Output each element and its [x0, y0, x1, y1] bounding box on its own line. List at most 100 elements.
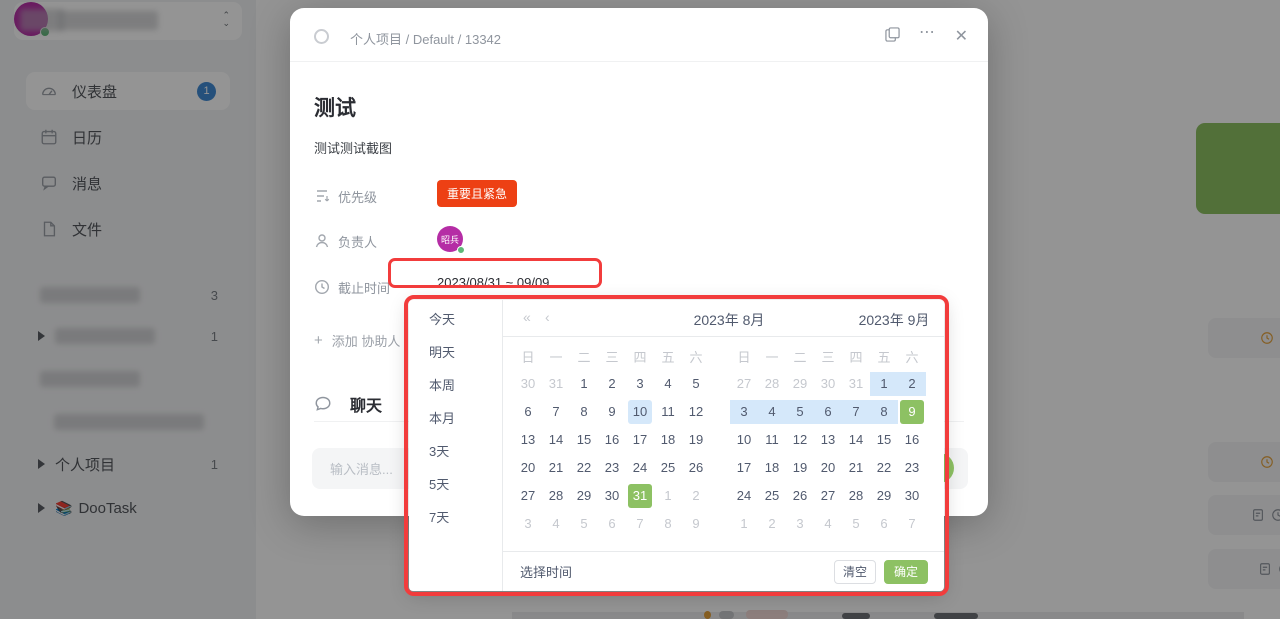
next-year-icon[interactable]: » [918, 309, 926, 325]
calendar-day[interactable]: 30 [514, 370, 542, 398]
calendar-day-selected[interactable]: 9 [898, 398, 926, 426]
calendar-day[interactable]: 26 [682, 454, 710, 482]
calendar-day[interactable]: 2 [758, 510, 786, 538]
calendar-day[interactable]: 30 [598, 482, 626, 510]
calendar-day[interactable]: 22 [570, 454, 598, 482]
select-time-link[interactable]: 选择时间 [520, 562, 572, 581]
assignee-avatar[interactable]: 昭兵 [437, 226, 463, 252]
calendar-day[interactable]: 29 [570, 482, 598, 510]
priority-badge[interactable]: 重要且紧急 [437, 180, 517, 207]
calendar-day[interactable]: 2 [682, 482, 710, 510]
calendar-day[interactable]: 31 [542, 370, 570, 398]
calendar-day[interactable]: 8 [654, 510, 682, 538]
picker-shortcut[interactable]: 今天 [409, 303, 502, 336]
calendar-day[interactable]: 3 [786, 510, 814, 538]
calendar-day[interactable]: 7 [626, 510, 654, 538]
calendar-day[interactable]: 9 [682, 510, 710, 538]
calendar-day[interactable]: 10 [730, 426, 758, 454]
clear-button[interactable]: 清空 [834, 560, 876, 584]
calendar-day[interactable]: 30 [898, 482, 926, 510]
calendar-day[interactable]: 27 [514, 482, 542, 510]
add-assist-button[interactable]: + 添加 协助人 [314, 331, 400, 350]
calendar-day[interactable]: 29 [870, 482, 898, 510]
calendar-day[interactable]: 8 [570, 398, 598, 426]
calendar-day[interactable]: 5 [682, 370, 710, 398]
calendar-day[interactable]: 30 [814, 370, 842, 398]
calendar-day[interactable]: 12 [682, 398, 710, 426]
next-month-icon[interactable]: › [897, 309, 902, 325]
picker-shortcut[interactable]: 5天 [409, 468, 502, 501]
task-description[interactable]: 测试测试截图 [314, 138, 392, 157]
more-icon[interactable]: ⋯ [919, 22, 936, 42]
calendar-day[interactable]: 24 [730, 482, 758, 510]
calendar-day[interactable]: 28 [758, 370, 786, 398]
copy-icon[interactable] [885, 27, 900, 42]
calendar-day[interactable]: 17 [730, 454, 758, 482]
calendar-day[interactable]: 14 [842, 426, 870, 454]
calendar-day-in-range[interactable]: 1 [870, 370, 898, 398]
calendar-day[interactable]: 13 [514, 426, 542, 454]
calendar-day[interactable]: 20 [514, 454, 542, 482]
calendar-day[interactable]: 1 [654, 482, 682, 510]
calendar-day[interactable]: 3 [514, 510, 542, 538]
calendar-day[interactable]: 22 [870, 454, 898, 482]
task-title[interactable]: 测试 [314, 92, 356, 122]
calendar-day[interactable]: 23 [898, 454, 926, 482]
breadcrumb[interactable]: 个人项目 / Default / 13342 [350, 29, 501, 48]
calendar-day-selected[interactable]: 31 [626, 482, 654, 510]
calendar-day[interactable]: 21 [542, 454, 570, 482]
calendar-day-in-range[interactable]: 6 [814, 398, 842, 426]
calendar-day[interactable]: 6 [870, 510, 898, 538]
calendar-day[interactable]: 5 [842, 510, 870, 538]
calendar-day-in-range[interactable]: 3 [730, 398, 758, 426]
picker-shortcut[interactable]: 明天 [409, 336, 502, 369]
calendar-day[interactable]: 18 [654, 426, 682, 454]
calendar-day-in-range[interactable]: 8 [870, 398, 898, 426]
deadline-input[interactable]: 2023/08/31 ~ 09/09 [437, 275, 549, 290]
calendar-day[interactable]: 6 [598, 510, 626, 538]
calendar-day-in-range[interactable]: 2 [898, 370, 926, 398]
calendar-day-in-range[interactable]: 5 [786, 398, 814, 426]
calendar-day[interactable]: 29 [786, 370, 814, 398]
calendar-day[interactable]: 13 [814, 426, 842, 454]
calendar-day[interactable]: 9 [598, 398, 626, 426]
calendar-day[interactable]: 1 [570, 370, 598, 398]
calendar-day[interactable]: 28 [542, 482, 570, 510]
calendar-day[interactable]: 11 [654, 398, 682, 426]
calendar-day[interactable]: 2 [598, 370, 626, 398]
calendar-day[interactable]: 11 [758, 426, 786, 454]
prev-month-icon[interactable]: ‹ [545, 309, 550, 325]
picker-shortcut[interactable]: 本周 [409, 369, 502, 402]
calendar-day[interactable]: 1 [730, 510, 758, 538]
calendar-day[interactable]: 4 [654, 370, 682, 398]
prev-year-icon[interactable]: « [523, 309, 531, 325]
calendar-day[interactable]: 19 [786, 454, 814, 482]
calendar-day[interactable]: 26 [786, 482, 814, 510]
task-complete-toggle[interactable] [314, 29, 329, 44]
calendar-day[interactable]: 15 [870, 426, 898, 454]
calendar-day[interactable]: 4 [542, 510, 570, 538]
picker-shortcut[interactable]: 本月 [409, 402, 502, 435]
calendar-day[interactable]: 21 [842, 454, 870, 482]
calendar-day[interactable]: 7 [542, 398, 570, 426]
calendar-day[interactable]: 24 [626, 454, 654, 482]
calendar-day[interactable]: 31 [842, 370, 870, 398]
calendar-day[interactable]: 4 [814, 510, 842, 538]
calendar-day[interactable]: 15 [570, 426, 598, 454]
calendar-day[interactable]: 20 [814, 454, 842, 482]
calendar-day[interactable]: 6 [514, 398, 542, 426]
calendar-day-in-range[interactable]: 7 [842, 398, 870, 426]
picker-shortcut[interactable]: 3天 [409, 435, 502, 468]
calendar-day[interactable]: 27 [730, 370, 758, 398]
calendar-day[interactable]: 28 [842, 482, 870, 510]
calendar-day[interactable]: 27 [814, 482, 842, 510]
calendar-day[interactable]: 25 [654, 454, 682, 482]
calendar-day[interactable]: 12 [786, 426, 814, 454]
calendar-day[interactable]: 23 [598, 454, 626, 482]
calendar-day[interactable]: 3 [626, 370, 654, 398]
calendar-day-in-range[interactable]: 4 [758, 398, 786, 426]
calendar-day[interactable]: 16 [598, 426, 626, 454]
calendar-day[interactable]: 18 [758, 454, 786, 482]
picker-shortcut[interactable]: 7天 [409, 501, 502, 534]
calendar-day[interactable]: 19 [682, 426, 710, 454]
